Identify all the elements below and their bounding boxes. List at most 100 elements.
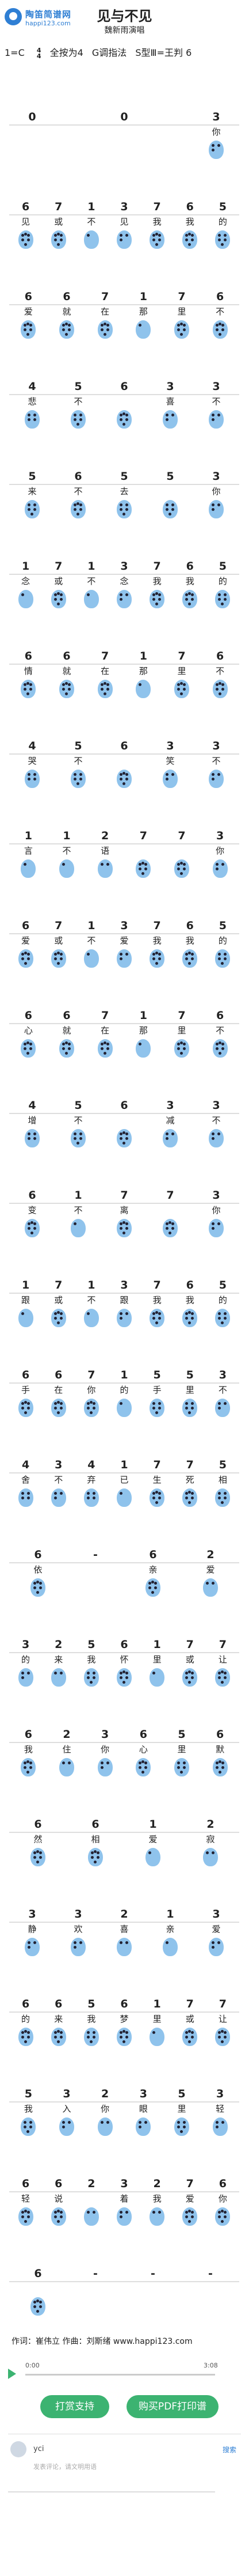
fingering-chart xyxy=(215,2028,231,2046)
support-button[interactable]: 打赏支持 xyxy=(40,2395,109,2418)
hole-dot xyxy=(212,144,214,147)
hole-dot xyxy=(180,333,183,336)
lyric: 里 xyxy=(177,666,186,676)
ocarina-icon xyxy=(163,1938,178,1956)
ocarina-icon xyxy=(215,1309,231,1327)
hole-dot xyxy=(53,2036,57,2039)
hole-dot xyxy=(218,1760,221,1763)
hole-dot xyxy=(59,2036,63,2039)
lyric: 依 xyxy=(33,1564,43,1575)
hole-dot xyxy=(148,1851,151,1854)
ocarina-icon xyxy=(59,2117,74,2136)
lyric: 念 xyxy=(21,576,30,586)
fingering-chart xyxy=(145,1848,160,1866)
ocarina-icon xyxy=(215,230,231,249)
comment-user: yci xyxy=(33,2445,44,2453)
note: 3 xyxy=(212,740,220,752)
lyric: 爱 xyxy=(21,935,30,946)
hole-dot xyxy=(26,2031,30,2034)
hole-dot xyxy=(28,414,30,416)
comment-input[interactable]: 发表评论，请文明用语 xyxy=(33,2462,97,2471)
hole-dot xyxy=(217,1132,220,1135)
hole-dot xyxy=(103,1041,106,1044)
note: 6 xyxy=(24,650,32,662)
hole-dot xyxy=(59,1317,63,1320)
progress-track[interactable] xyxy=(25,2374,215,2376)
note: 4 xyxy=(21,1459,30,1471)
hole-dot xyxy=(215,328,219,331)
hole-dot xyxy=(53,1407,57,1410)
ocarina-icon xyxy=(25,1129,40,1147)
play-icon[interactable] xyxy=(8,2369,16,2379)
hole-dot xyxy=(171,508,174,511)
score-row: 0 0 3 你 xyxy=(0,92,249,177)
note: 6 xyxy=(139,1728,147,1741)
lyric: 寂 xyxy=(206,1834,215,1844)
hole-dot xyxy=(24,2030,27,2033)
fingering-chart xyxy=(203,1848,218,1866)
fingering-chart xyxy=(18,1488,33,1507)
note: 3 xyxy=(74,1908,82,1920)
lyric: 不 xyxy=(74,396,83,407)
note: 5 xyxy=(219,1279,227,1291)
lyric: 那 xyxy=(139,666,148,676)
hole-dot xyxy=(151,1581,154,1584)
ocarina-icon xyxy=(136,680,151,698)
hole-dot xyxy=(36,1581,39,1584)
hole-dot xyxy=(26,234,30,237)
lyric: 你 xyxy=(212,1205,221,1215)
hole-dot xyxy=(180,682,183,685)
fingering-chart xyxy=(18,949,33,968)
hole-dot xyxy=(92,1492,95,1495)
note: 7 xyxy=(101,290,109,303)
reply-link[interactable]: 搜索 xyxy=(223,2445,236,2454)
hole-dot xyxy=(221,328,224,331)
hole-dot xyxy=(106,688,109,691)
note: 6 xyxy=(21,200,30,213)
lyric: 爱 xyxy=(185,2194,194,2204)
hole-dot xyxy=(122,2030,125,2033)
note: 6 xyxy=(120,1099,128,1112)
lyric: 不 xyxy=(74,756,83,766)
hole-dot xyxy=(36,2300,39,2302)
lyric: 亲 xyxy=(148,1564,158,1575)
note: 3 xyxy=(166,1099,174,1112)
fingering-chart xyxy=(83,590,99,608)
hole-dot xyxy=(100,688,104,691)
fingering-chart xyxy=(59,859,74,878)
hole-dot xyxy=(212,503,214,506)
note: 2 xyxy=(206,1818,214,1831)
hole-dot xyxy=(86,2031,90,2034)
hole-dot xyxy=(56,243,60,246)
lyric: 我 xyxy=(152,576,162,586)
fingering-chart xyxy=(25,770,40,788)
hole-dot xyxy=(68,1047,71,1050)
lyric: 见 xyxy=(21,217,30,227)
hole-dot xyxy=(168,513,171,516)
fingering-chart xyxy=(209,141,224,159)
hole-dot xyxy=(171,773,174,776)
hole-dot xyxy=(33,503,36,506)
hole-dot xyxy=(74,418,76,421)
input-underline xyxy=(8,2491,215,2492)
buy-pdf-button[interactable]: 购买PDF打印谱 xyxy=(127,2395,219,2418)
note: 7 xyxy=(101,650,109,662)
note: 1 xyxy=(120,1369,128,1381)
hole-dot xyxy=(206,1851,209,1854)
hole-dot xyxy=(221,683,224,686)
note: 6 xyxy=(55,1369,63,1381)
hole-dot xyxy=(212,1851,214,1854)
fingering-chart xyxy=(136,1758,151,1776)
hole-dot xyxy=(215,2121,219,2124)
fingering-chart xyxy=(215,590,231,608)
fingering-chart xyxy=(150,1309,165,1327)
ocarina-icon xyxy=(215,1488,231,1507)
lyric: 已 xyxy=(120,1475,129,1485)
lyric: 你 xyxy=(87,1385,96,1395)
note: 1 xyxy=(21,1279,30,1291)
hole-dot xyxy=(215,867,219,870)
audio-player[interactable]: 0:00 3:08 xyxy=(8,2362,241,2381)
beat-underline xyxy=(9,1382,239,1384)
fingering-chart xyxy=(51,1399,66,1417)
note: 7 xyxy=(153,560,161,573)
